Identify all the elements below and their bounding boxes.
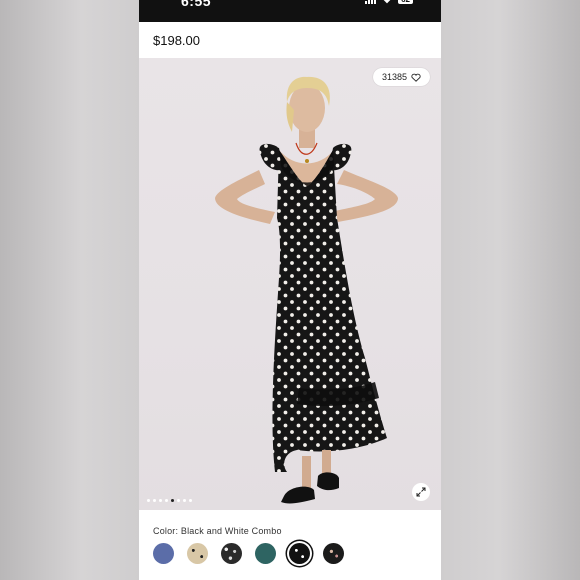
status-time: 6:55: [181, 0, 212, 9]
pagination-dot[interactable]: [159, 499, 162, 502]
wifi-icon: [383, 0, 391, 4]
product-image[interactable]: 31385: [139, 58, 441, 510]
status-bar: 6:55 62: [139, 0, 441, 22]
signal-icon: [365, 0, 377, 4]
swatch-blue[interactable]: [153, 543, 174, 564]
gallery-pagination: [147, 499, 192, 502]
product-price: $198.00: [153, 33, 200, 48]
status-icons: 62: [365, 0, 413, 4]
swatch-teal[interactable]: [255, 543, 276, 564]
heart-icon: [411, 73, 421, 82]
expand-image-button[interactable]: [412, 483, 430, 501]
pagination-dot[interactable]: [165, 499, 168, 502]
swatch-tan-polka-dot[interactable]: [187, 543, 208, 564]
pagination-dot[interactable]: [189, 499, 192, 502]
color-label: Color: Black and White Combo: [153, 526, 282, 536]
pagination-dot-active[interactable]: [171, 499, 174, 502]
favorite-count: 31385: [381, 72, 407, 82]
pagination-dot[interactable]: [153, 499, 156, 502]
swatch-black-white-print[interactable]: [221, 543, 242, 564]
swatch-black-white-combo[interactable]: [289, 543, 310, 564]
pagination-dot[interactable]: [183, 499, 186, 502]
price-header: $198.00: [139, 22, 441, 59]
expand-icon: [416, 487, 426, 497]
color-swatches: [153, 543, 344, 564]
pagination-dot[interactable]: [147, 499, 150, 502]
phone-screen: 6:55 62 $198.00: [139, 0, 441, 580]
battery-icon: 62: [398, 0, 413, 4]
model-photo: [215, 76, 398, 504]
pagination-dot[interactable]: [177, 499, 180, 502]
favorite-count-button[interactable]: 31385: [372, 68, 430, 86]
swatch-black-multi-dot[interactable]: [323, 543, 344, 564]
